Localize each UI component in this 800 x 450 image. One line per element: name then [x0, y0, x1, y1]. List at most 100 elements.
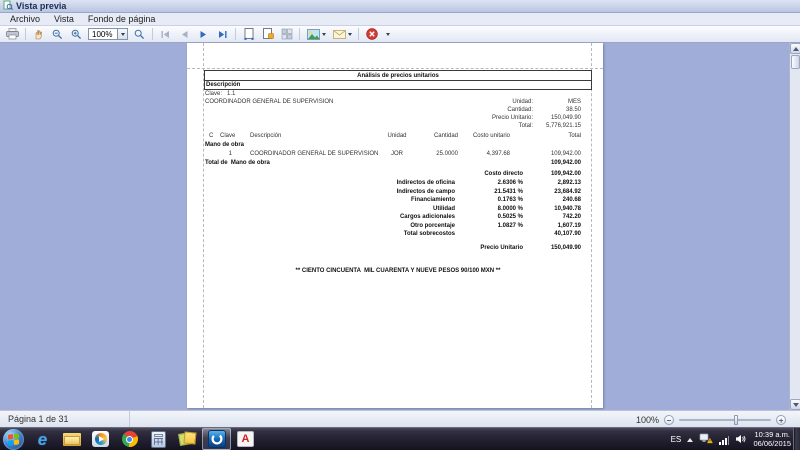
next-page-button[interactable] — [195, 27, 212, 41]
menu-fondo-de-pagina[interactable]: Fondo de página — [88, 14, 156, 24]
opus-app-icon — [208, 430, 226, 448]
window-titlebar: Vista previa — [0, 0, 800, 13]
taskbar-adobe-reader[interactable]: A — [231, 428, 260, 450]
section-header: Mano de obra — [205, 142, 244, 149]
menu-vista[interactable]: Vista — [54, 14, 74, 24]
language-indicator[interactable]: ES — [671, 435, 682, 444]
report-title-box: Análisis de precios unitarios — [204, 70, 592, 81]
zoom-level-combobox[interactable]: 100% — [88, 28, 128, 40]
left-margin-guide — [203, 43, 204, 408]
chevron-down-icon — [348, 33, 352, 36]
taskbar-calculator[interactable] — [144, 428, 173, 450]
next-page-icon — [199, 30, 208, 39]
magnifier-minus-icon — [52, 29, 63, 40]
taskbar-chrome[interactable] — [115, 428, 144, 450]
zoom-slider-thumb[interactable] — [734, 415, 738, 425]
field-value: 150,049.90 — [501, 115, 581, 122]
first-page-button[interactable] — [157, 27, 174, 41]
media-player-icon — [92, 431, 109, 447]
print-button[interactable] — [4, 27, 21, 41]
toolbar-overflow-button[interactable] — [382, 27, 394, 41]
taskbar-internet-explorer[interactable]: e — [28, 428, 57, 450]
plus-icon — [780, 418, 781, 422]
page-size-button[interactable] — [240, 27, 257, 41]
taskbar-file-explorer[interactable] — [57, 428, 86, 450]
tray-clock[interactable]: 10:39 a.m. 06/06/2015 — [753, 431, 793, 448]
description-header: Descripción — [206, 82, 240, 89]
field-value: 38.50 — [501, 107, 581, 114]
summary-value: 240.68 — [501, 197, 581, 204]
toolbar-separator — [235, 28, 236, 40]
vertical-scrollbar[interactable] — [789, 43, 800, 410]
magnifier-icon — [134, 29, 145, 40]
last-page-icon — [218, 30, 227, 39]
section-total-value: 109,942.00 — [501, 160, 581, 167]
zoom-in-slider-button[interactable] — [776, 415, 786, 425]
summary-label: Utilidad — [335, 206, 455, 213]
taskbar-sticky-notes[interactable] — [173, 428, 202, 450]
status-bar: Página 1 de 31 100% — [0, 410, 800, 427]
summary-label: Financiamiento — [335, 197, 455, 204]
volume-icon[interactable] — [735, 431, 747, 449]
description-header-box: Descripción — [204, 81, 592, 90]
summary-label: Indirectos de campo — [335, 189, 455, 196]
window-title: Vista previa — [16, 1, 66, 11]
envelope-icon — [333, 30, 346, 39]
watermark-button[interactable] — [278, 27, 295, 41]
unit-price-value: 150,049.90 — [501, 245, 581, 252]
zoom-out-button[interactable] — [49, 27, 66, 41]
previous-page-button[interactable] — [176, 27, 193, 41]
concept-description: COORDINADOR GENERAL DE SUPERVISION — [205, 99, 333, 106]
toolbar-separator — [358, 28, 359, 40]
zoom-slider-track[interactable] — [679, 419, 771, 421]
printer-icon — [6, 28, 19, 40]
summary-label: Indirectos de oficina — [335, 180, 455, 187]
taskbar-opus-active-app[interactable] — [202, 428, 231, 450]
hidden-icons-button[interactable] — [687, 438, 693, 442]
summary-value: 1,607.19 — [501, 223, 581, 230]
network-warning-icon[interactable] — [699, 431, 713, 449]
menu-archivo[interactable]: Archivo — [10, 14, 40, 24]
summary-value: 40,107.90 — [501, 231, 581, 238]
export-email-button[interactable] — [330, 27, 354, 41]
column-header-total: Total — [501, 133, 581, 140]
export-image-button[interactable] — [304, 27, 328, 41]
clave-label: Clave: — [205, 91, 222, 98]
pan-button[interactable] — [30, 27, 47, 41]
internet-explorer-icon: e — [38, 431, 47, 448]
toolbar-separator — [25, 28, 26, 40]
scroll-down-button[interactable] — [790, 399, 800, 410]
folder-icon — [63, 433, 81, 446]
report-title: Análisis de precios unitarios — [205, 73, 591, 80]
taskbar-media-player[interactable] — [86, 428, 115, 450]
page-indicator: Página 1 de 31 — [0, 411, 130, 427]
start-button[interactable] — [3, 429, 24, 450]
summary-value: 10,940.78 — [501, 206, 581, 213]
scroll-up-button[interactable] — [790, 43, 800, 54]
tray-date: 06/06/2015 — [753, 440, 791, 449]
zoom-out-slider-button[interactable] — [664, 415, 674, 425]
cell-costo-unitario: 4,397.68 — [440, 151, 510, 158]
page-setup-button[interactable] — [259, 27, 276, 41]
show-desktop-button[interactable] — [793, 428, 800, 450]
arrow-up-icon — [793, 47, 799, 51]
signal-strength-icon[interactable] — [719, 435, 729, 445]
zoom-controls: 100% — [636, 411, 786, 428]
close-preview-button[interactable] — [363, 27, 380, 41]
adobe-reader-icon: A — [237, 431, 254, 447]
zoom-combobox-dropdown[interactable] — [117, 29, 127, 39]
screen: Vista previa Archivo Vista Fondo de pági… — [0, 0, 800, 450]
first-page-icon — [161, 30, 170, 39]
sticky-notes-icon — [179, 431, 196, 447]
chevron-down-icon — [121, 33, 125, 36]
zoom-in-button[interactable] — [68, 27, 85, 41]
close-icon — [366, 28, 378, 40]
zoom-level-value: 100% — [92, 30, 112, 39]
scrollbar-thumb[interactable] — [791, 55, 800, 69]
zoom-tool-button[interactable] — [131, 27, 148, 41]
arrow-down-icon — [793, 403, 799, 407]
column-header-costo-unitario: Costo unitario — [440, 133, 510, 140]
last-page-button[interactable] — [214, 27, 231, 41]
summary-value: 109,942.00 — [501, 171, 581, 178]
summary-value: 2,892.13 — [501, 180, 581, 187]
